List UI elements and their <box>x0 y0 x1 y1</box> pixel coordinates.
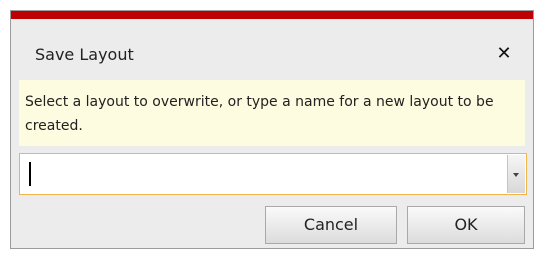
dialog-title: Save Layout <box>35 45 134 64</box>
layout-name-combobox[interactable] <box>19 153 527 195</box>
dialog-accent-bar <box>11 11 533 19</box>
chevron-down-icon <box>513 173 519 177</box>
dialog-title-bar: Save Layout ✕ <box>11 19 533 77</box>
text-caret <box>29 162 31 186</box>
dropdown-button[interactable] <box>507 155 525 193</box>
layout-name-input[interactable] <box>20 154 506 194</box>
cancel-button[interactable]: Cancel <box>265 206 397 244</box>
save-layout-dialog: Save Layout ✕ Select a layout to overwri… <box>10 10 534 249</box>
ok-button[interactable]: OK <box>407 206 525 244</box>
close-icon[interactable]: ✕ <box>493 43 515 65</box>
instruction-message: Select a layout to overwrite, or type a … <box>19 80 525 146</box>
